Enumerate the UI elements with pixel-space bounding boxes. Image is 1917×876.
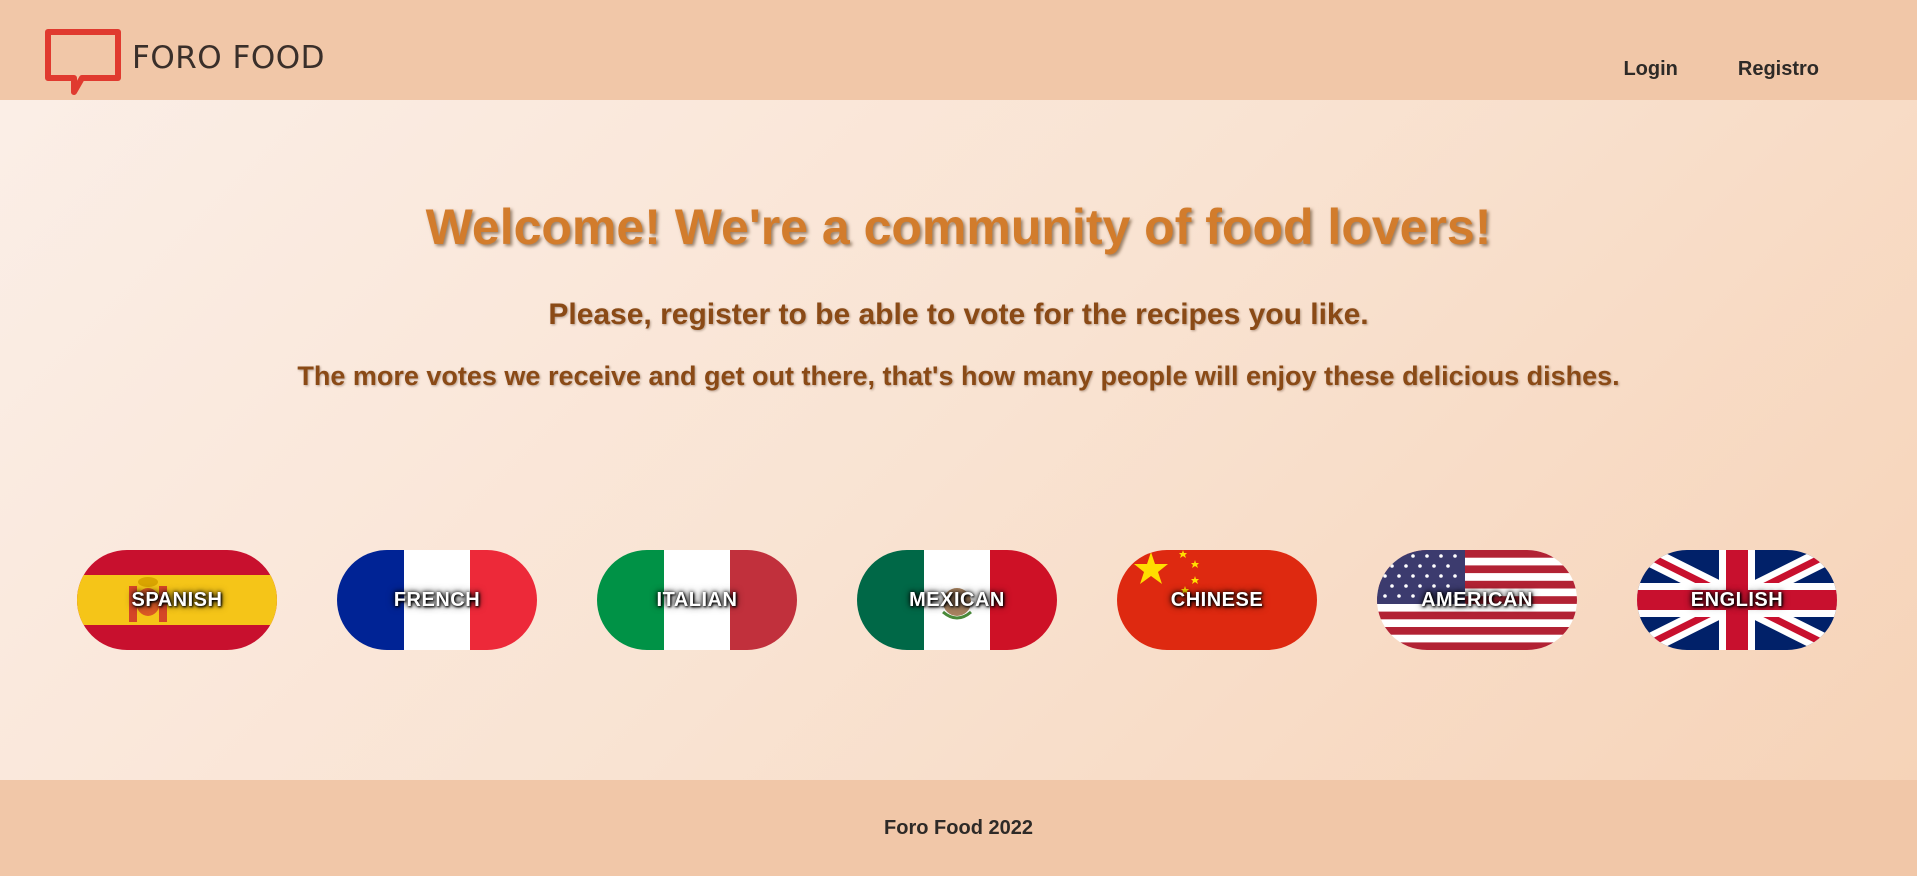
- login-link[interactable]: Login: [1623, 58, 1677, 81]
- page-title: Welcome! We're a community of food lover…: [425, 199, 1492, 255]
- cuisine-label: MEXICAN: [909, 588, 1005, 611]
- cuisine-button-mexican[interactable]: MEXICAN: [857, 550, 1057, 650]
- page-subtitle: Please, register to be able to vote for …: [548, 298, 1369, 331]
- cuisine-button-chinese[interactable]: CHINESE: [1117, 550, 1317, 650]
- cuisine-label: SPANISH: [131, 588, 223, 611]
- brand-name: FORO FOOD: [132, 40, 326, 76]
- cuisine-label: ENGLISH: [1690, 588, 1784, 611]
- cuisine-button-spanish[interactable]: SPANISH: [77, 550, 277, 650]
- cuisine-label: AMERICAN: [1421, 588, 1533, 611]
- speech-bubble-icon: [45, 29, 121, 95]
- register-link[interactable]: Registro: [1738, 58, 1819, 81]
- page-description: The more votes we receive and get out th…: [297, 361, 1620, 391]
- cuisine-button-french[interactable]: FRENCH: [337, 550, 537, 650]
- cuisine-button-english[interactable]: ENGLISH: [1637, 550, 1837, 650]
- footer: Foro Food 2022: [0, 780, 1917, 876]
- top-nav: Login Registro: [1623, 58, 1819, 81]
- cuisine-label: CHINESE: [1170, 588, 1264, 611]
- cuisine-button-italian[interactable]: ITALIAN: [597, 550, 797, 650]
- header: FORO FOOD Login Registro: [0, 0, 1917, 100]
- cuisine-label: FRENCH: [393, 588, 481, 611]
- cuisine-label: ITALIAN: [656, 588, 738, 611]
- logo[interactable]: FORO FOOD: [44, 28, 325, 96]
- cuisine-button-american[interactable]: AMERICAN: [1377, 550, 1577, 650]
- footer-text: Foro Food 2022: [884, 816, 1033, 839]
